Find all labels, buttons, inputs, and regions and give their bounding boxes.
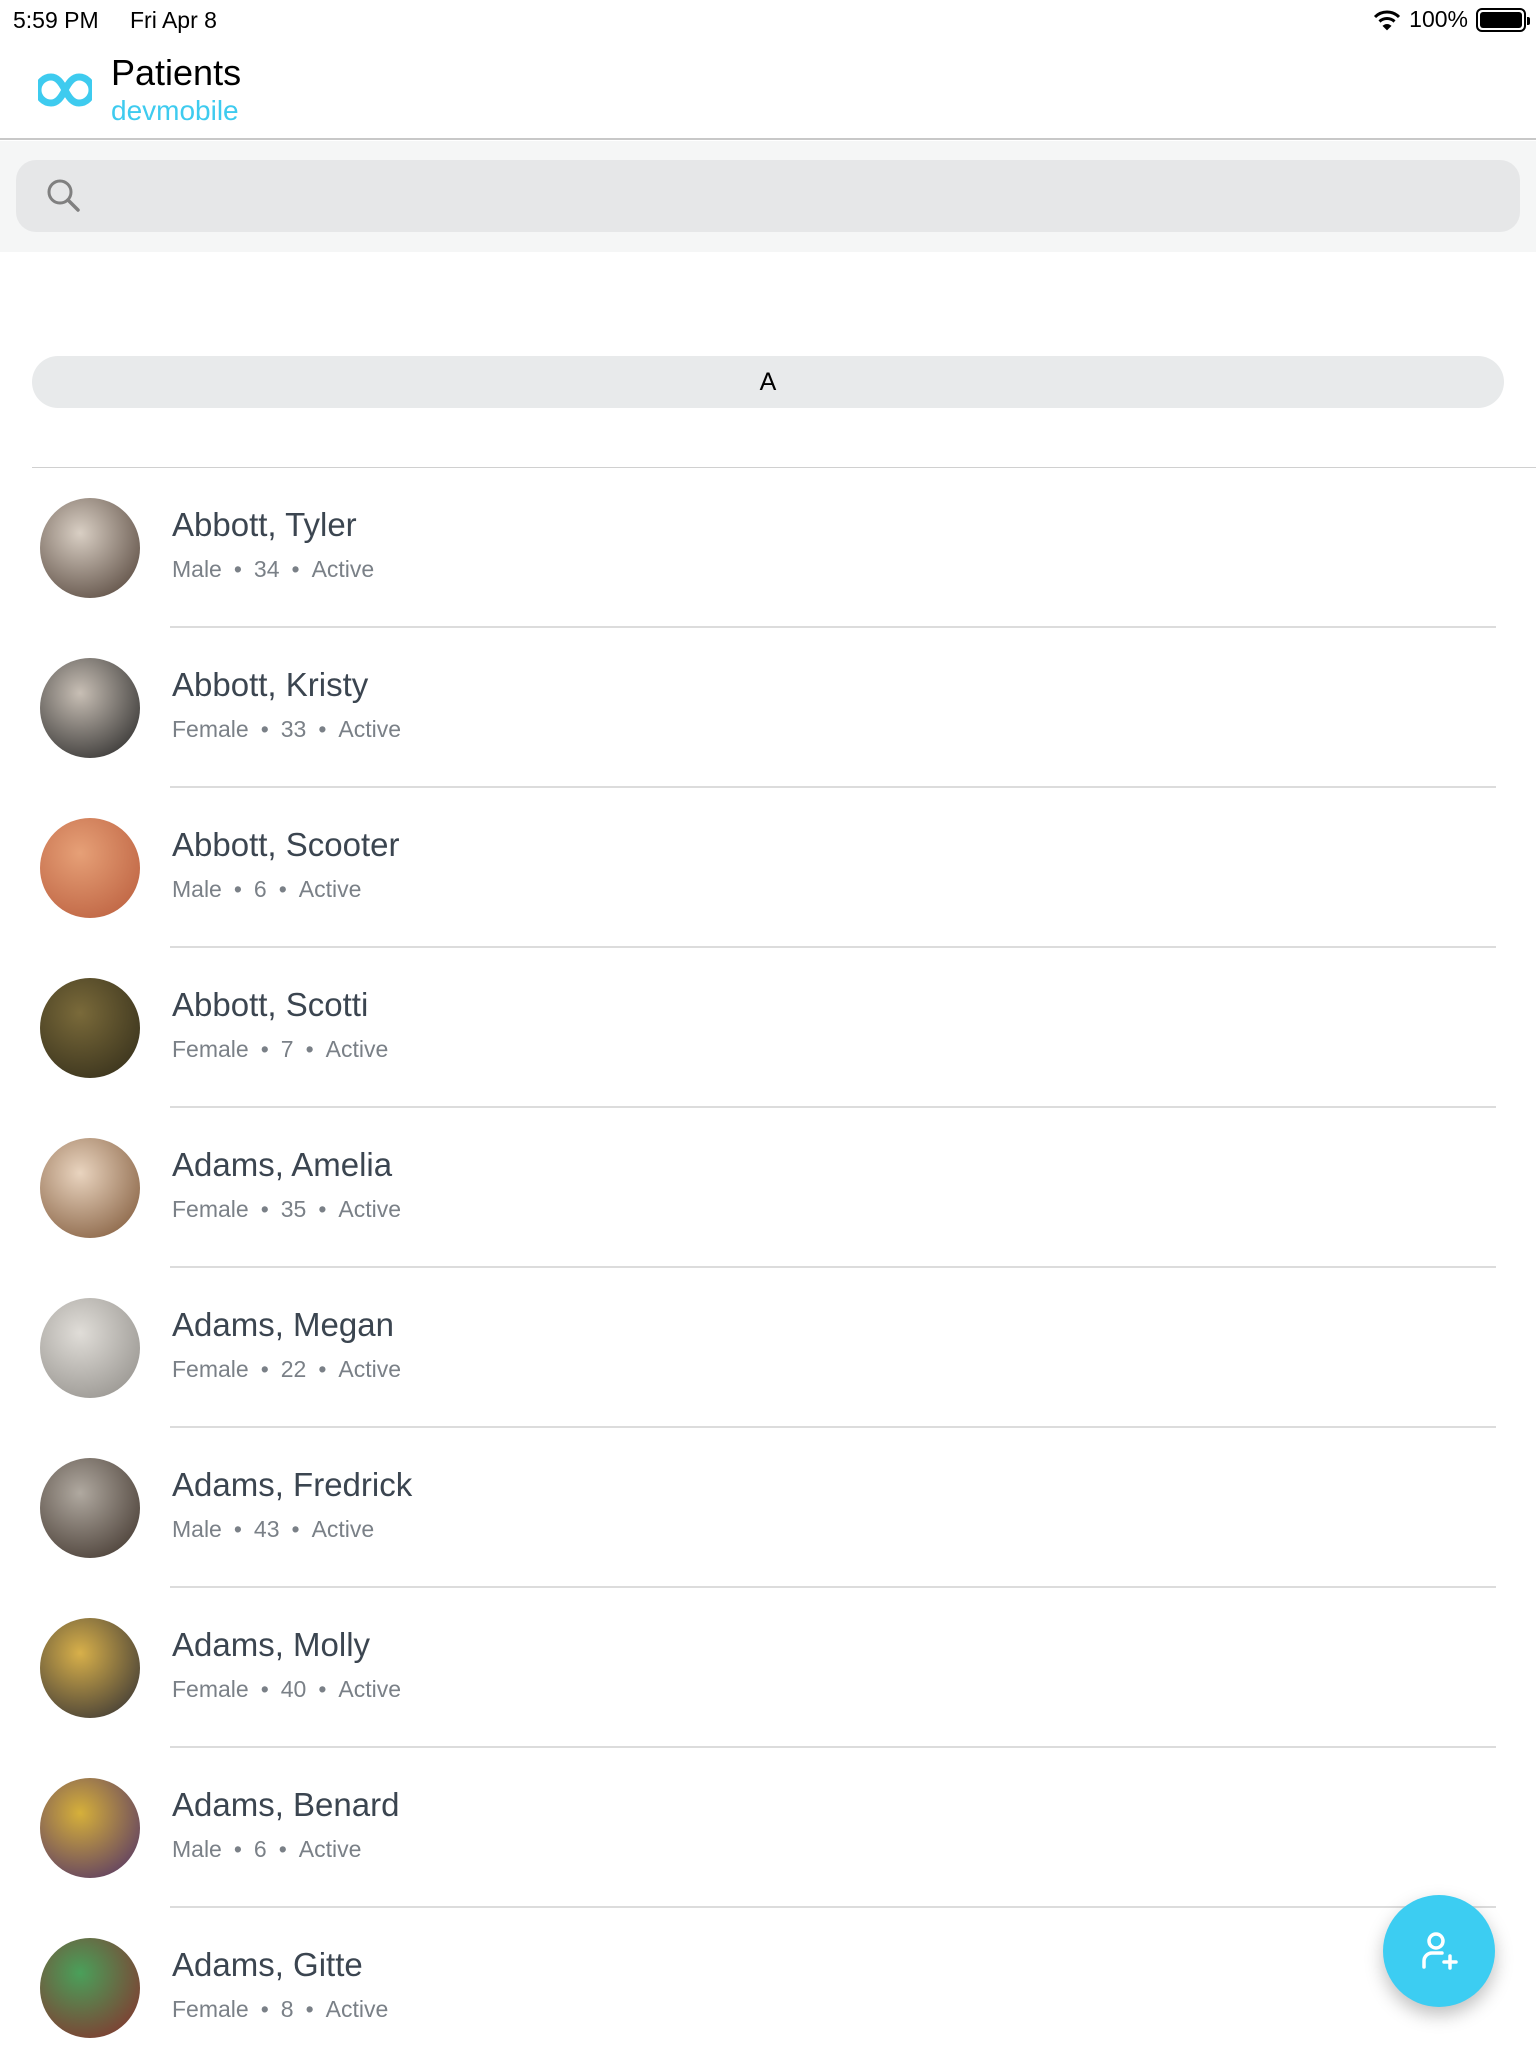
- add-person-icon: [1422, 1932, 1458, 1970]
- avatar: [40, 1778, 140, 1878]
- patient-status: Active: [325, 1996, 389, 2022]
- patient-meta: Male • 6 • Active: [172, 876, 362, 902]
- patient-age: 6: [253, 876, 267, 902]
- patient-row[interactable]: Adams, Molly Female • 40 • Active: [0, 1588, 1536, 1748]
- wifi-icon: [1374, 10, 1401, 30]
- patient-gender: Female: [172, 1036, 249, 1062]
- patient-meta: Female • 7 • Active: [172, 1036, 389, 1062]
- avatar: [40, 978, 140, 1078]
- patient-row[interactable]: Abbott, Scotti Female • 7 • Active: [0, 948, 1536, 1108]
- patient-gender: Male: [172, 1836, 222, 1862]
- avatar: [40, 818, 140, 918]
- patient-meta: Male • 6 • Active: [172, 1836, 362, 1862]
- patient-age: 40: [280, 1676, 307, 1702]
- patient-row[interactable]: Adams, Amelia Female • 35 • Active: [0, 1108, 1536, 1268]
- patient-name: Adams, Gitte: [172, 1946, 363, 1983]
- status-date: Fri Apr 8: [130, 7, 217, 33]
- patient-name: Abbott, Tyler: [172, 506, 357, 543]
- patient-age: 22: [280, 1356, 307, 1382]
- patient-age: 8: [280, 1996, 294, 2022]
- avatar: [40, 1458, 140, 1558]
- patient-gender: Female: [172, 1356, 249, 1382]
- patient-status: Active: [338, 1356, 402, 1382]
- avatar: [40, 1138, 140, 1238]
- patient-status: Active: [298, 876, 362, 902]
- patient-status: Active: [298, 1836, 362, 1862]
- search-area: [0, 141, 1536, 252]
- patient-meta: Male • 43 • Active: [172, 1516, 375, 1542]
- patient-row[interactable]: Abbott, Tyler Male • 34 • Active: [0, 468, 1536, 628]
- patient-name: Adams, Amelia: [172, 1146, 393, 1183]
- battery-percent: 100%: [1409, 6, 1468, 32]
- search-input[interactable]: [96, 160, 1496, 232]
- patient-name: Abbott, Kristy: [172, 666, 369, 703]
- patient-meta: Female • 40 • Active: [172, 1676, 402, 1702]
- patient-status: Active: [311, 1516, 375, 1542]
- patient-row[interactable]: Adams, Megan Female • 22 • Active: [0, 1268, 1536, 1428]
- patient-gender: Male: [172, 556, 222, 582]
- logo-icon: [38, 73, 92, 107]
- patient-name: Adams, Fredrick: [172, 1466, 413, 1503]
- search-bar[interactable]: [16, 160, 1520, 232]
- patient-row[interactable]: Abbott, Kristy Female • 33 • Active: [0, 628, 1536, 788]
- add-patient-button[interactable]: [1383, 1895, 1495, 2007]
- avatar: [40, 658, 140, 758]
- patient-status: Active: [338, 1196, 402, 1222]
- section-header-a: A: [32, 356, 1504, 408]
- patient-meta: Female • 35 • Active: [172, 1196, 402, 1222]
- patient-row[interactable]: Adams, Fredrick Male • 43 • Active: [0, 1428, 1536, 1588]
- patient-row[interactable]: Adams, Gitte Female • 8 • Active: [0, 1908, 1536, 2068]
- patient-age: 7: [280, 1036, 294, 1062]
- patient-status: Active: [338, 716, 402, 742]
- patient-row[interactable]: Adams, Benard Male • 6 • Active: [0, 1748, 1536, 1908]
- patient-status: Active: [311, 556, 375, 582]
- status-time: 5:59 PM: [13, 7, 99, 33]
- patient-meta: Female • 22 • Active: [172, 1356, 402, 1382]
- patient-meta: Female • 33 • Active: [172, 716, 402, 742]
- patient-gender: Female: [172, 1996, 249, 2022]
- battery-icon: [1476, 7, 1530, 32]
- patient-age: 33: [280, 716, 307, 742]
- patient-name: Adams, Benard: [172, 1786, 400, 1823]
- org-subtitle[interactable]: devmobile: [111, 95, 239, 127]
- patient-row[interactable]: Abbott, Scooter Male • 6 • Active: [0, 788, 1536, 948]
- patient-name: Abbott, Scotti: [172, 986, 369, 1023]
- app-header: Patients devmobile: [0, 40, 1536, 140]
- patient-gender: Female: [172, 1676, 249, 1702]
- patient-meta: Male • 34 • Active: [172, 556, 375, 582]
- avatar: [40, 1938, 140, 2038]
- patient-gender: Male: [172, 876, 222, 902]
- patient-gender: Male: [172, 1516, 222, 1542]
- patient-name: Adams, Molly: [172, 1626, 371, 1663]
- patient-meta: Female • 8 • Active: [172, 1996, 389, 2022]
- patient-gender: Female: [172, 1196, 249, 1222]
- patient-status: Active: [338, 1676, 402, 1702]
- patient-age: 35: [280, 1196, 307, 1222]
- patient-name: Adams, Megan: [172, 1306, 394, 1343]
- patient-age: 34: [253, 556, 280, 582]
- page-title: Patients: [111, 52, 242, 93]
- patient-status: Active: [325, 1036, 389, 1062]
- status-bar: 5:59 PM Fri Apr 8 100%: [0, 0, 1536, 40]
- patient-name: Abbott, Scooter: [172, 826, 400, 863]
- search-icon: [47, 179, 80, 212]
- patient-age: 6: [253, 1836, 267, 1862]
- avatar: [40, 1618, 140, 1718]
- patient-gender: Female: [172, 716, 249, 742]
- patient-age: 43: [253, 1516, 280, 1542]
- avatar: [40, 498, 140, 598]
- avatar: [40, 1298, 140, 1398]
